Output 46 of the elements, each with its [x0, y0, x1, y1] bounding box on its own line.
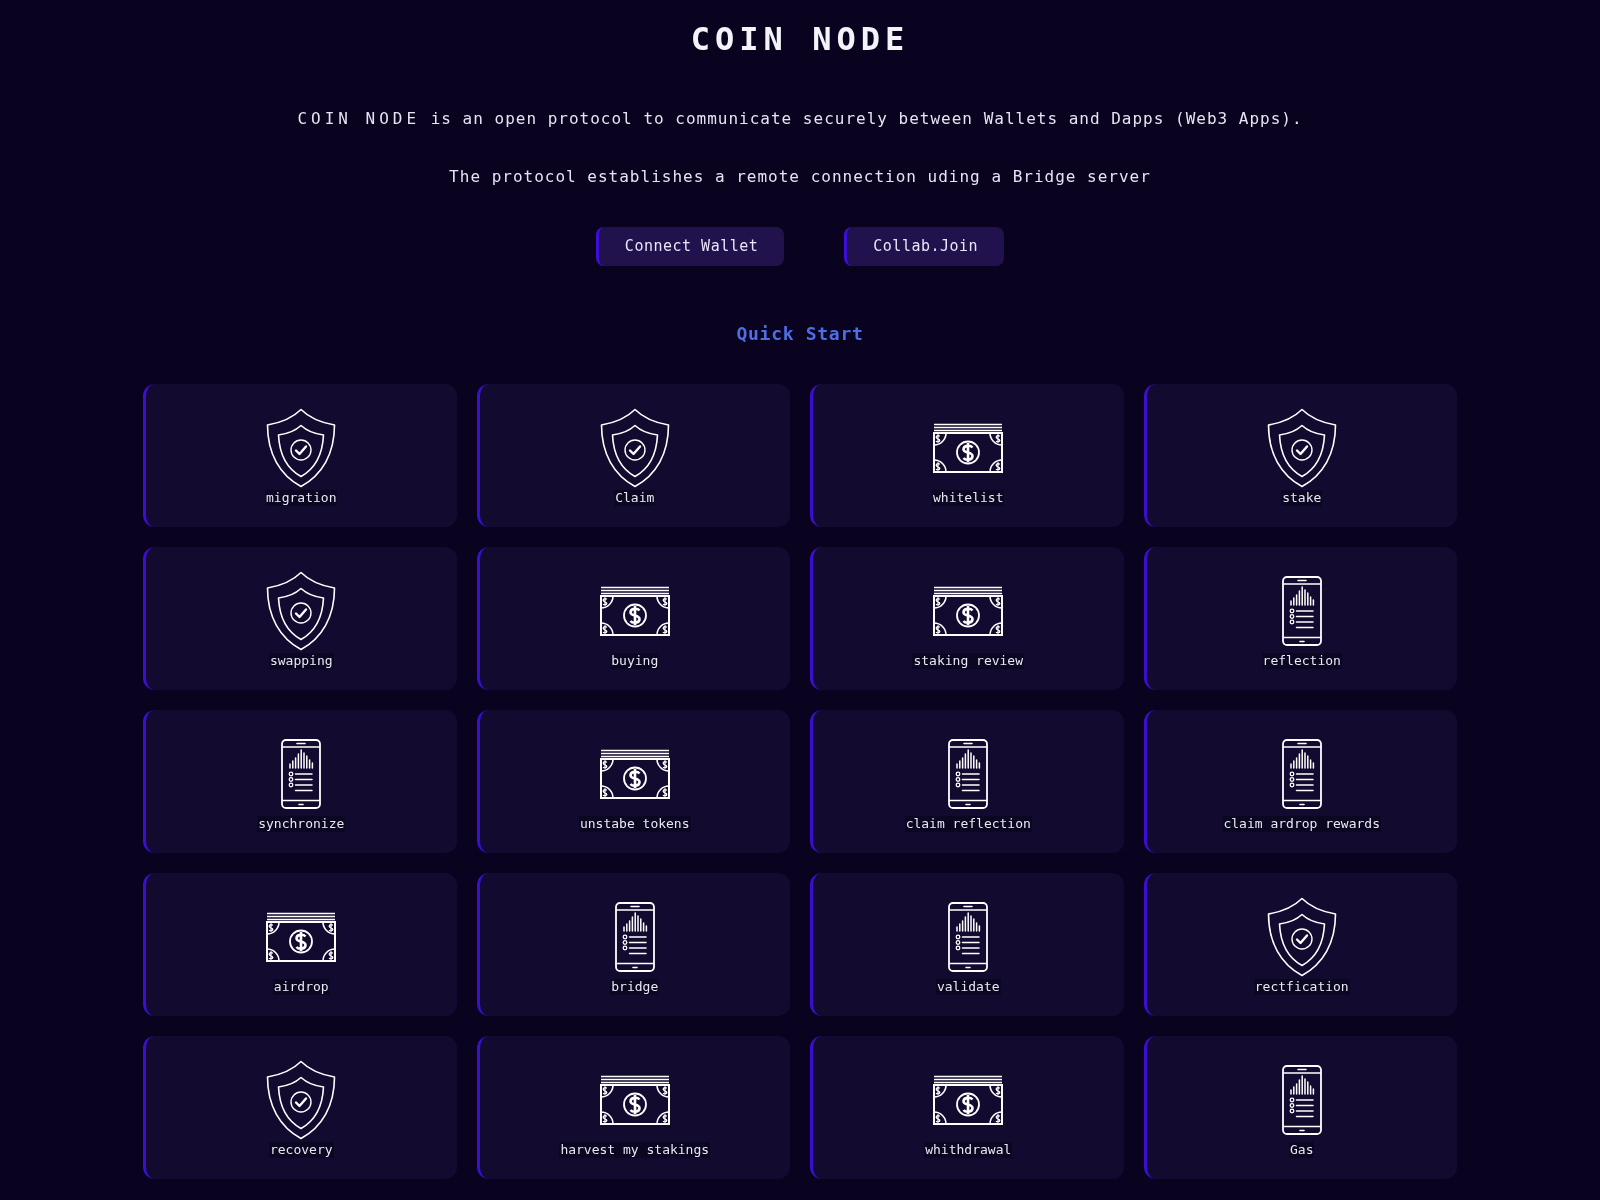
- quick-start-card[interactable]: recovery: [143, 1036, 457, 1179]
- shield-check-icon: [1265, 897, 1338, 977]
- shield-check-icon: [598, 408, 671, 488]
- banknote-icon: [599, 586, 670, 636]
- intro-text: COIN NODE is an open protocol to communicate securely between Wallets and Dapps (Web3 Apps).: [297, 108, 1303, 130]
- quick-start-card[interactable]: rectfication: [1143, 873, 1457, 1016]
- shield-check-icon: [265, 408, 338, 488]
- banknote-icon: [933, 1075, 1004, 1125]
- quick-start-card[interactable]: migration: [143, 384, 457, 527]
- smartphone-icon: [281, 739, 322, 809]
- shield-check-icon: [1265, 408, 1338, 488]
- banknote-icon: [599, 1075, 670, 1125]
- smartphone-icon: [948, 739, 989, 809]
- action-button[interactable]: Connect Wallet: [595, 227, 785, 266]
- quick-start-card[interactable]: bridge: [476, 873, 790, 1016]
- shield-check-icon: [265, 571, 338, 651]
- quick-start-card[interactable]: buying: [476, 547, 790, 690]
- quick-start-card[interactable]: Claim: [476, 384, 790, 527]
- smartphone-icon: [614, 902, 655, 972]
- banknote-icon: [266, 912, 337, 962]
- smartphone-icon: [1281, 576, 1322, 646]
- quick-start-card[interactable]: unstabe tokens: [476, 710, 790, 853]
- quick-start-card[interactable]: swapping: [143, 547, 457, 690]
- quick-start-card[interactable]: harvest my stakings: [476, 1036, 790, 1179]
- banknote-icon: [933, 586, 1004, 636]
- smartphone-icon: [1281, 1065, 1322, 1135]
- quick-start-card[interactable]: whitelist: [810, 384, 1124, 527]
- quick-start-card[interactable]: claim reflection: [810, 710, 1124, 853]
- shield-check-icon: [265, 1060, 338, 1140]
- quick-start-card[interactable]: airdrop: [143, 873, 457, 1016]
- quick-start-card[interactable]: claim ardrop rewards: [1143, 710, 1457, 853]
- banknote-icon: [933, 423, 1004, 473]
- quick-start-card[interactable]: reflection: [1143, 547, 1457, 690]
- quick-start-card[interactable]: whithdrawal: [810, 1036, 1124, 1179]
- quick-start-card[interactable]: validate: [810, 873, 1124, 1016]
- smartphone-icon: [1281, 739, 1322, 809]
- smartphone-icon: [948, 902, 989, 972]
- section-title: Quick Start: [736, 322, 864, 346]
- subtitle-text: The protocol establishes a remote connection uding a Bridge server: [449, 166, 1151, 188]
- quick-start-card[interactable]: Gas: [1143, 1036, 1457, 1179]
- page-title: COIN NODE: [690, 20, 910, 58]
- quick-start-card[interactable]: stake: [1143, 384, 1457, 527]
- action-button[interactable]: Collab.Join: [844, 227, 1005, 266]
- banknote-icon: [599, 749, 670, 799]
- quick-start-card[interactable]: staking review: [810, 547, 1124, 690]
- quick-start-card[interactable]: synchronize: [143, 710, 457, 853]
